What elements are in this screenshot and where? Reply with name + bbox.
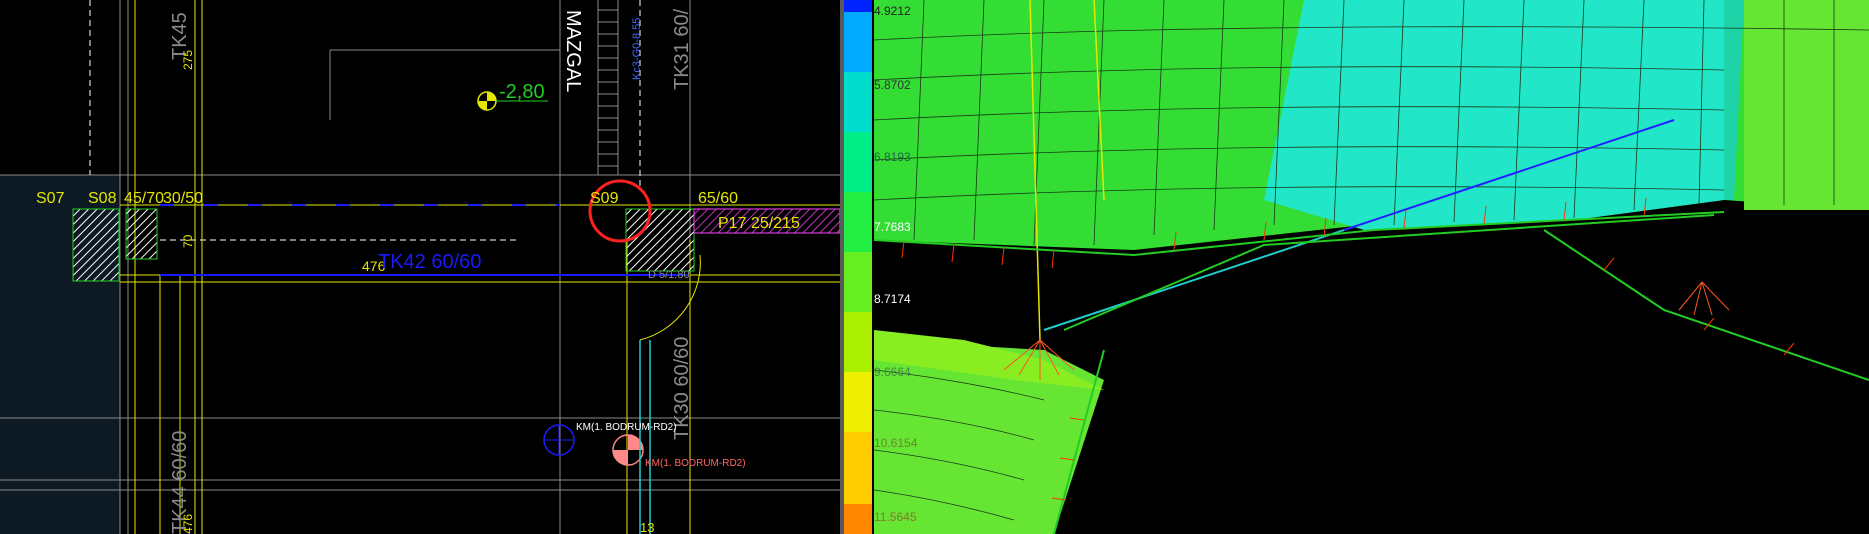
fem-viewport[interactable]: 4.9212 5.8702 6.8193 7.7683 8.7174 9.666…: [844, 0, 1869, 534]
legend-value: 8.7174: [874, 292, 911, 306]
legend-swatch: [844, 312, 872, 372]
label-tk45-dim: 275: [181, 50, 195, 70]
legend-color-bar: [844, 0, 872, 534]
legend-swatch: [844, 504, 872, 534]
legend-swatch: [844, 132, 872, 192]
label-dim70: 70: [181, 234, 195, 248]
legend-value: 11.5645: [874, 510, 917, 524]
label-p17: P17 25/215: [718, 215, 800, 232]
label-mazgal: MAZGAL: [562, 10, 584, 92]
legend-value: 6.8193: [874, 150, 911, 164]
label-vertical-small: Kc3-G0-8 55: [631, 18, 643, 80]
legend-swatch: [844, 372, 872, 432]
km-marker-2[interactable]: [612, 434, 644, 466]
label-d-small: D 5/1.80: [648, 269, 690, 281]
cad-viewport[interactable]: TK45 275 MAZGAL Kc3-G0-8 55 TK31 60/ -2,…: [0, 0, 840, 534]
label-elevation: -2,80: [499, 81, 545, 103]
fem-mesh-view[interactable]: [844, 0, 1869, 534]
column-s07[interactable]: [72, 208, 120, 282]
legend-swatch: [844, 252, 872, 312]
label-s07: S07: [36, 190, 65, 207]
legend-value: 10.6154: [874, 436, 918, 450]
label-45-70: 45/70: [124, 190, 164, 207]
column-s09[interactable]: [625, 208, 695, 272]
legend-swatch: [844, 12, 872, 72]
label-tk31: TK31 60/: [671, 8, 693, 90]
label-65-60: 65/60: [698, 190, 738, 207]
label-dim13: 13: [640, 520, 654, 534]
column-s08[interactable]: [125, 208, 158, 260]
legend-swatch: [844, 0, 872, 12]
fem-anchor-fans: [1003, 281, 1730, 380]
cad-drawing[interactable]: TK45 275 MAZGAL Kc3-G0-8 55 TK31 60/ -2,…: [0, 0, 840, 534]
label-tk42: TK42 60/60: [378, 251, 481, 273]
label-km2: KM(1. BODRUM-RD2): [645, 458, 746, 469]
label-30-50: 30/50: [163, 190, 203, 207]
label-s09: S09: [590, 190, 619, 207]
legend-value: 5.8702: [874, 78, 911, 92]
label-tk44-dim: 476: [181, 514, 195, 534]
legend-value: 9.6664: [874, 365, 911, 379]
stair-hatch: [597, 0, 619, 175]
legend-value: 7.7683: [874, 220, 911, 234]
legend-swatch: [844, 432, 872, 504]
legend-value: 4.9212: [874, 4, 911, 18]
label-s08: S08: [88, 190, 117, 207]
mesh-right-wall: [1744, 0, 1869, 210]
result-legend: 4.9212 5.8702 6.8193 7.7683 8.7174 9.666…: [844, 0, 917, 534]
legend-swatch: [844, 192, 872, 252]
legend-swatch: [844, 72, 872, 132]
km-marker-1[interactable]: [543, 424, 575, 456]
mesh-cyan-region: [1264, 0, 1734, 230]
label-km1: KM(1. BODRUM-RD2): [576, 422, 677, 433]
